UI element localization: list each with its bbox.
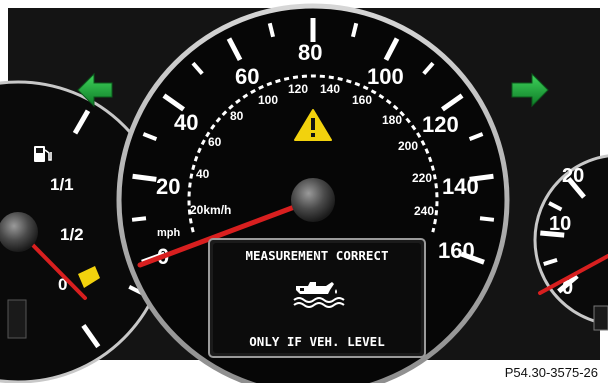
speedometer-needle-hub	[291, 178, 335, 222]
fuel-lower-panel	[7, 299, 27, 339]
kmh-label-100: 100	[258, 93, 278, 107]
kmh-label-120: 120	[288, 82, 308, 96]
kmh-label-60: 60	[208, 135, 222, 149]
mph-label-40: 40	[174, 110, 198, 135]
kmh-label-80: 80	[230, 109, 244, 123]
mph-label-140: 140	[442, 174, 479, 199]
fuel-full-label: 1/1	[50, 175, 74, 194]
kmh-label-240: 240	[414, 204, 434, 218]
kmh-label-40: 40	[196, 167, 210, 181]
mph-tick	[132, 173, 157, 182]
kmh-label-160: 160	[352, 93, 372, 107]
mph-label-160: 160	[438, 238, 475, 263]
mph-label-80: 80	[298, 40, 322, 65]
kmh-label-220: 220	[412, 171, 432, 185]
tach-lower-panel	[593, 305, 608, 331]
warning-display: MEASUREMENT CORRECT ONLY IF VEH. LEVEL	[208, 238, 426, 358]
kmh-label-180: 180	[382, 113, 402, 127]
mph-label-100: 100	[367, 64, 404, 89]
mph-tick	[131, 216, 147, 222]
fuel-half-label: 1/2	[60, 225, 84, 244]
reference-code: P54.30-3575-26	[505, 365, 598, 380]
mph-label-120: 120	[422, 112, 459, 137]
mph-unit-label: mph	[157, 227, 181, 239]
kmh-label-140: 140	[320, 82, 340, 96]
mph-tick	[479, 216, 495, 222]
display-line-2: ONLY IF VEH. LEVEL	[249, 334, 385, 349]
kmh-label-20: 20km/h	[190, 203, 231, 217]
instrument-cluster: 1/1 1/2 0 20 10 0 60 80 100 40 120 20 14…	[0, 0, 608, 383]
mph-label-60: 60	[235, 64, 259, 89]
mph-label-20: 20	[156, 174, 180, 199]
tach-label-20: 20	[562, 165, 584, 187]
kmh-label-200: 200	[398, 139, 418, 153]
tach-label-10: 10	[549, 213, 571, 235]
display-line-1: MEASUREMENT CORRECT	[246, 248, 389, 263]
